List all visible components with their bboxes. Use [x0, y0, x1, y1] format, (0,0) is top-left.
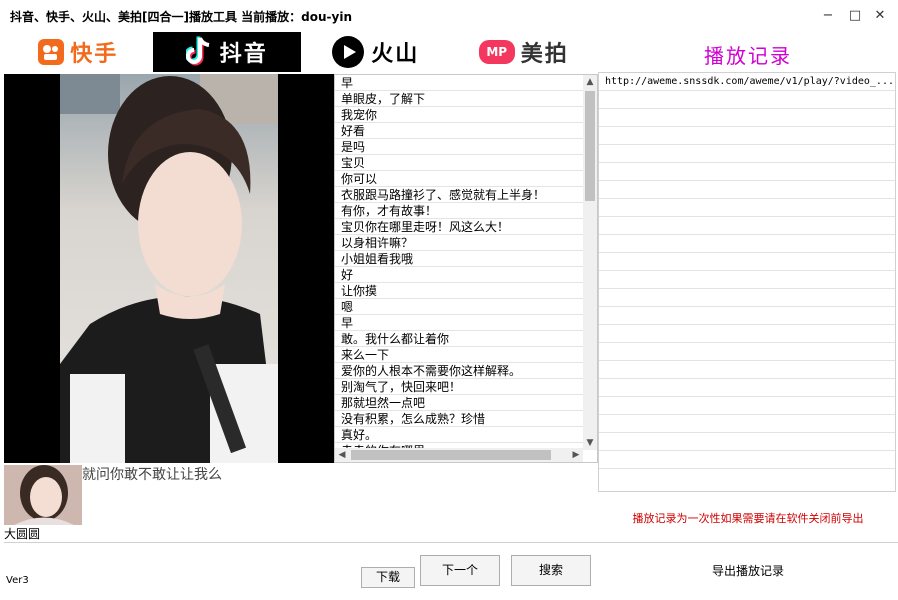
- comment-list[interactable]: 早单眼皮，了解下 我宠你 好看 是吗 宝贝 你可以 衣服跟马路撞衫了、感觉就有上半身！ 有你，…: [334, 74, 598, 463]
- scroll-up-icon[interactable]: ▲: [583, 75, 597, 89]
- history-empty-row: [599, 181, 895, 199]
- history-empty-row: [599, 289, 895, 307]
- history-title: 播放记录: [704, 44, 792, 68]
- history-empty-row: [599, 415, 895, 433]
- maximize-button[interactable]: □: [845, 6, 865, 26]
- search-button[interactable]: 搜索: [511, 555, 591, 586]
- comment-item: 我宠你: [335, 107, 583, 123]
- kuaishou-logo-icon: [38, 39, 65, 65]
- avatar: [4, 465, 82, 525]
- douyin-label: 抖音: [219, 42, 268, 67]
- divider: [598, 542, 898, 543]
- comment-item: 好: [335, 267, 583, 283]
- history-empty-row: [599, 451, 895, 469]
- comment-item: 那就坦然一点吧: [335, 395, 583, 411]
- title-bar: 抖音、快手、火山、美拍[四合一]播放工具 当前播放：dou-yin − □ ✕: [0, 0, 898, 32]
- comment-item: 是吗: [335, 139, 583, 155]
- video-frame-image: [60, 74, 278, 463]
- history-panel: 播放记录 http://aweme.snssdk.com/aweme/v1/pl…: [598, 32, 898, 600]
- comment-item: 衣服跟马路撞衫了、感觉就有上半身！: [335, 187, 583, 203]
- huoshan-label: 火山: [371, 42, 420, 67]
- kuaishou-tab[interactable]: 快手: [4, 32, 153, 72]
- history-empty-row: [599, 109, 895, 127]
- comment-item: 没有积累，怎么成熟？珍惜: [335, 411, 583, 427]
- history-empty-row: [599, 433, 895, 451]
- scroll-left-icon[interactable]: ◀: [335, 448, 349, 462]
- comment-item: 早: [335, 75, 583, 91]
- close-button[interactable]: ✕: [870, 6, 890, 26]
- history-empty-row: [599, 163, 895, 181]
- comment-item: 敢。我什么都让着你: [335, 331, 583, 347]
- huoshan-tab[interactable]: 火山: [301, 32, 450, 72]
- history-list[interactable]: http://aweme.snssdk.com/aweme/v1/play/?v…: [598, 72, 896, 492]
- scroll-down-icon[interactable]: ▼: [583, 436, 597, 450]
- history-empty-row: [599, 271, 895, 289]
- douyin-logo-icon: [185, 36, 214, 68]
- history-empty-row: [599, 343, 895, 361]
- history-empty-row: [599, 361, 895, 379]
- author-name: 大圆圆: [4, 527, 41, 541]
- history-notice: 播放记录为一次性如果需要请在软件关闭前导出: [632, 512, 864, 525]
- comment-items: 早单眼皮，了解下 我宠你 好看 是吗 宝贝 你可以 衣服跟马路撞衫了、感觉就有上半身！ 有你，…: [335, 75, 583, 459]
- export-history-button[interactable]: 导出播放记录: [598, 544, 898, 598]
- comment-item: 别淘气了，快回来吧！: [335, 379, 583, 395]
- comment-item: 小姐姐看我哦: [335, 251, 583, 267]
- window-title: 抖音、快手、火山、美拍[四合一]播放工具 当前播放：dou-yin: [10, 10, 352, 24]
- scroll-thumb-horizontal[interactable]: [351, 450, 551, 460]
- comment-item: 嗯: [335, 299, 583, 315]
- history-empty-row: [599, 397, 895, 415]
- history-empty-row: [599, 325, 895, 343]
- history-empty-row: [599, 235, 895, 253]
- kuaishou-label: 快手: [70, 42, 119, 67]
- history-empty-row: [599, 91, 895, 109]
- comment-item: 真好。: [335, 427, 583, 443]
- video-description: 就问你敢不敢让让我么: [82, 467, 222, 483]
- scroll-thumb[interactable]: [585, 91, 595, 201]
- comment-item: 来么一下: [335, 347, 583, 363]
- history-empty-row: [599, 199, 895, 217]
- comment-horizontal-scrollbar[interactable]: ◀ ▶: [335, 448, 583, 462]
- history-empty-row: [599, 253, 895, 271]
- history-empty-row: [599, 127, 895, 145]
- minimize-button[interactable]: −: [818, 6, 838, 26]
- comment-item: 早: [335, 315, 583, 331]
- comment-item: 宝贝: [335, 155, 583, 171]
- history-empty-row: [599, 217, 895, 235]
- history-empty-row: [599, 379, 895, 397]
- meipai-label: 美拍: [520, 42, 569, 67]
- comment-item: 有你，才有故事！: [335, 203, 583, 219]
- comment-item: 宝贝你在哪里走呀！风这么大！: [335, 219, 583, 235]
- comment-item: 爱你的人根本不需要你这样解释。: [335, 363, 583, 379]
- platform-banner: 快手 抖音 火山 MP 美拍: [4, 32, 598, 72]
- huoshan-play-icon: [331, 35, 365, 69]
- video-player[interactable]: [4, 74, 334, 463]
- comment-item: 单眼皮，了解下: [335, 91, 583, 107]
- douyin-tab[interactable]: 抖音: [152, 32, 301, 72]
- comment-item: 你可以: [335, 171, 583, 187]
- comment-vertical-scrollbar[interactable]: ▲ ▼: [583, 75, 597, 450]
- next-button[interactable]: 下一个: [420, 555, 500, 586]
- divider: [4, 542, 598, 543]
- comment-item: 以身相许嘛？: [335, 235, 583, 251]
- comment-item: 让你摸: [335, 283, 583, 299]
- version-label: Ver3: [6, 575, 29, 586]
- history-empty-row: [599, 145, 895, 163]
- meipai-logo-icon: MP: [478, 40, 515, 64]
- scroll-right-icon[interactable]: ▶: [569, 448, 583, 462]
- download-button[interactable]: 下载: [361, 567, 415, 588]
- history-empty-row: [599, 307, 895, 325]
- comment-item: 好看: [335, 123, 583, 139]
- history-item[interactable]: http://aweme.snssdk.com/aweme/v1/play/?v…: [599, 73, 895, 91]
- meipai-tab[interactable]: MP 美拍: [449, 32, 598, 72]
